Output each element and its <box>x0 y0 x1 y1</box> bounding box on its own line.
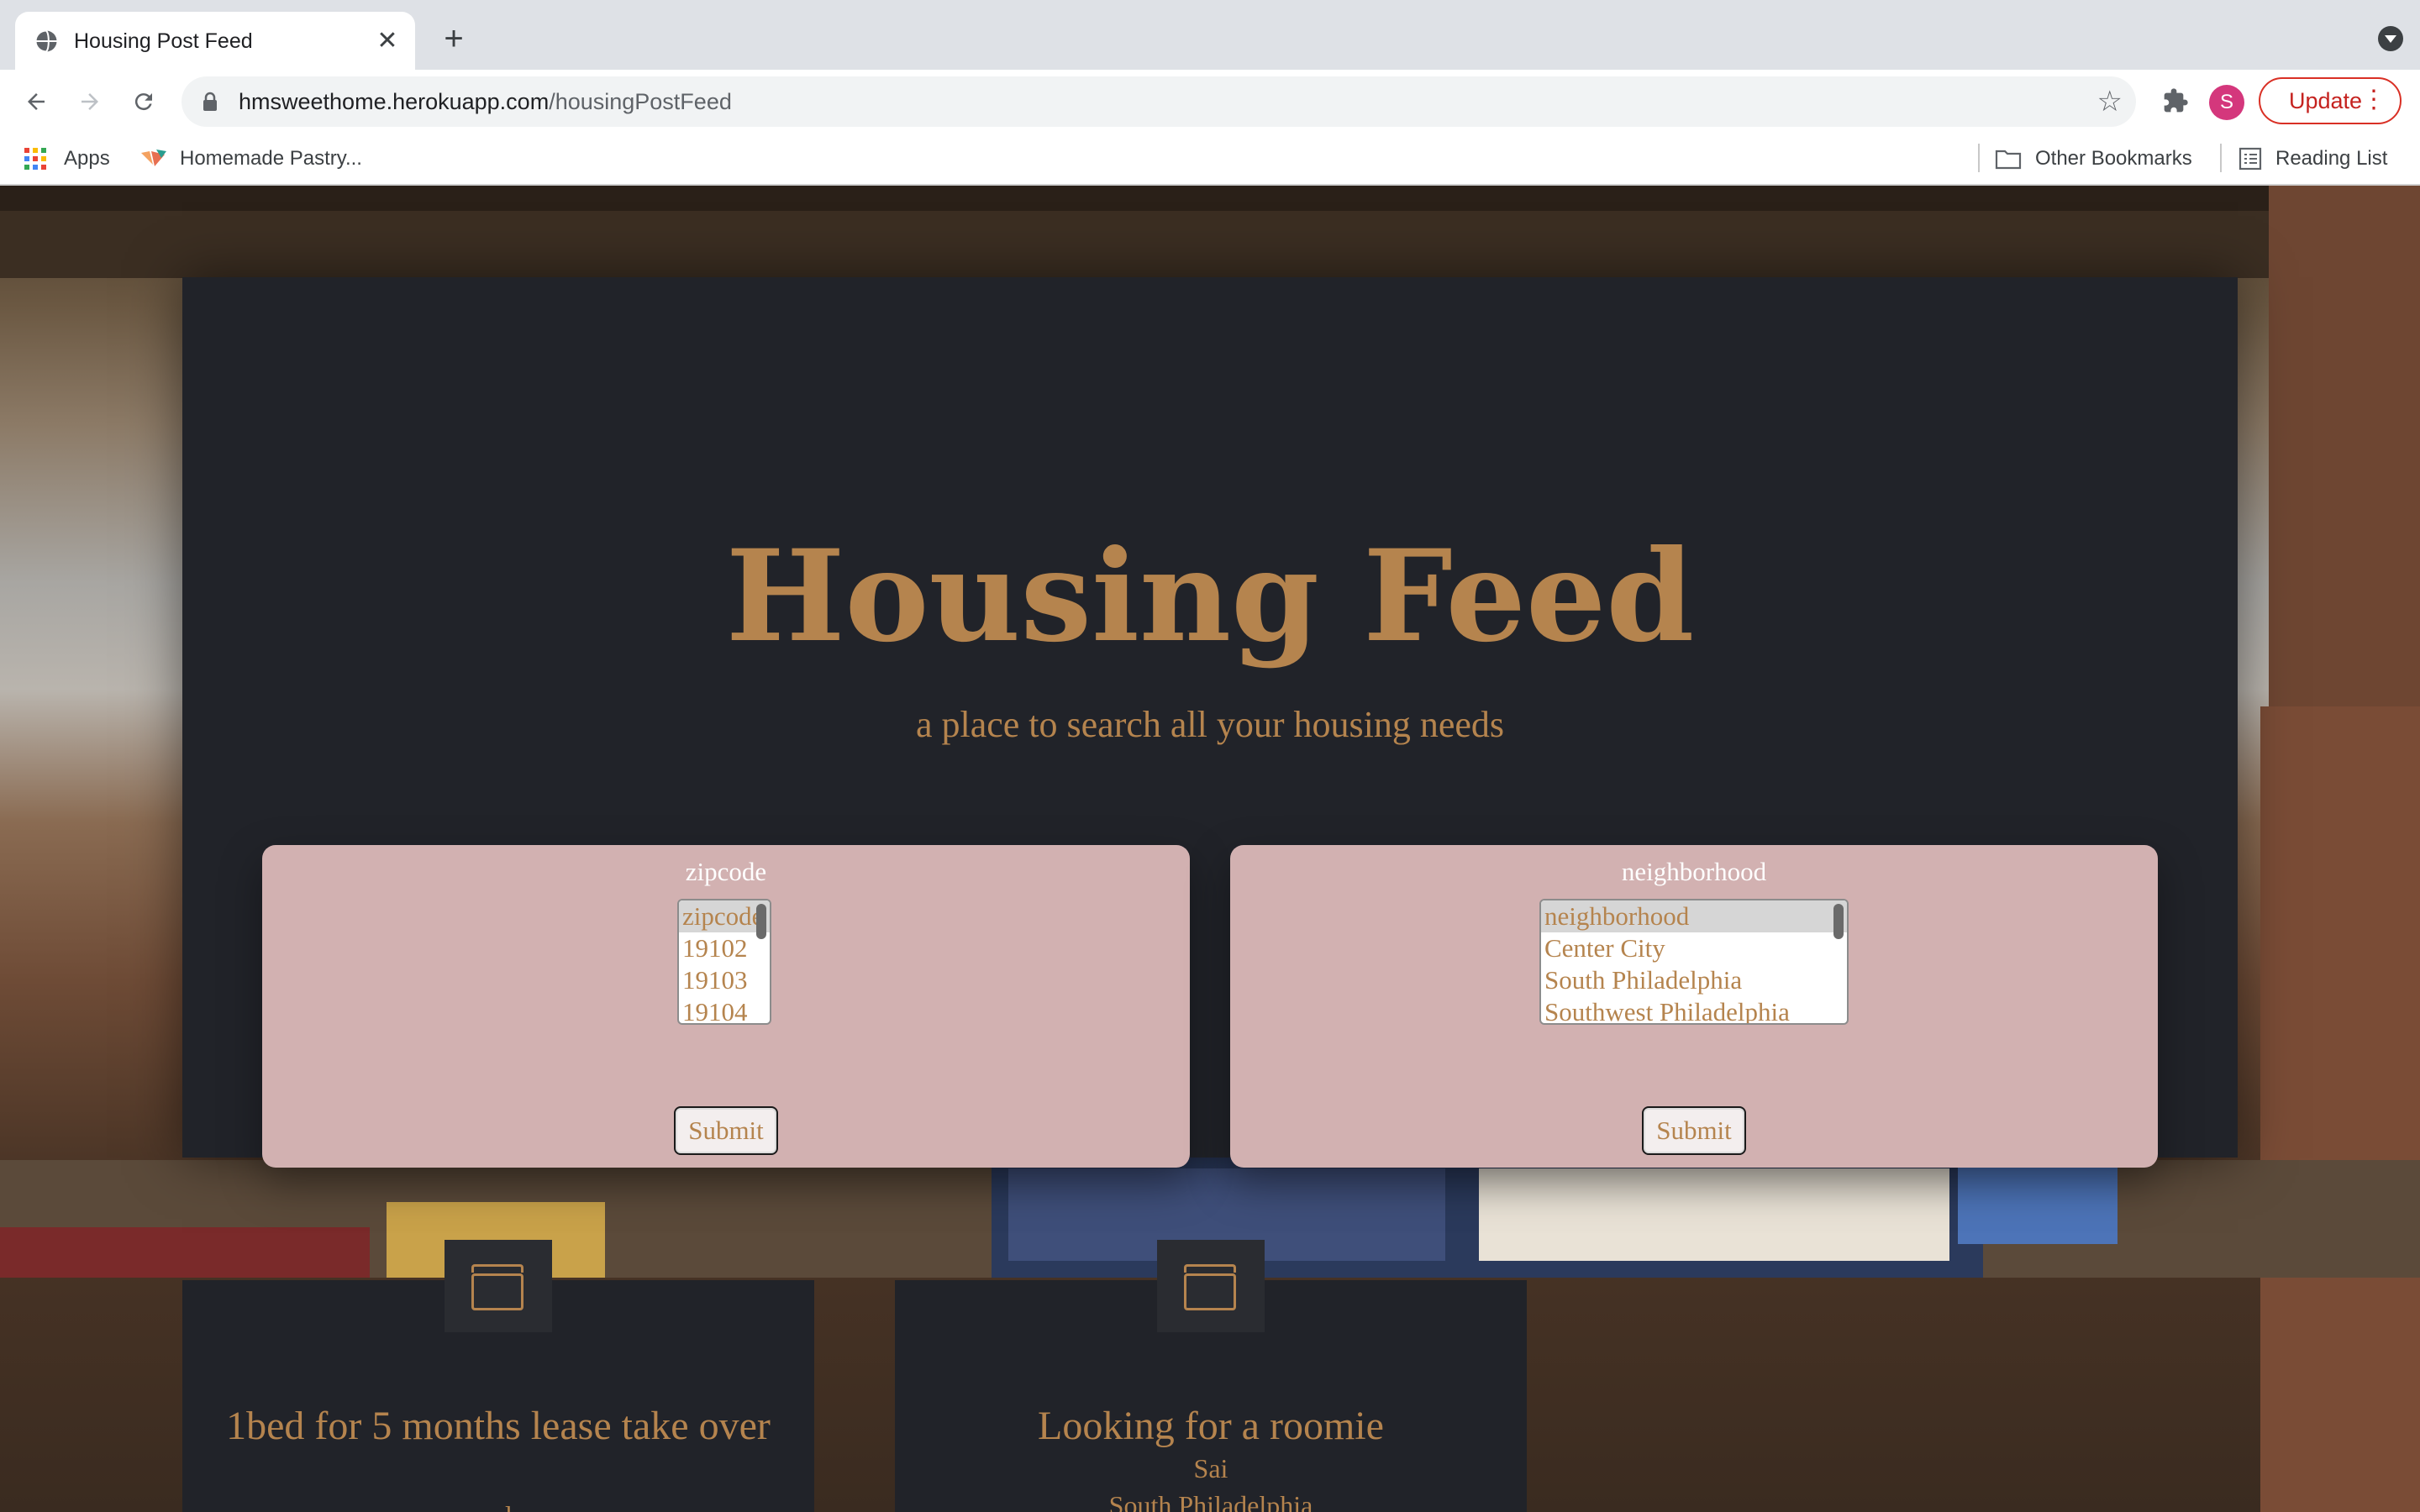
url-text: hmsweethome.herokuapp.com/housingPostFee… <box>239 86 732 118</box>
housing-post-card[interactable]: 1bed for 5 months lease take over male <box>182 1240 814 1512</box>
bookmark-other-label: Other Bookmarks <box>2035 147 2192 170</box>
bookmark-homemade-pastry[interactable]: Homemade Pastry... <box>139 144 362 174</box>
new-tab-icon[interactable]: + <box>437 20 471 57</box>
globe-icon <box>34 29 57 53</box>
update-label: Update <box>2289 87 2363 113</box>
post-icon-tab <box>1157 1240 1265 1332</box>
reload-icon[interactable] <box>124 82 163 121</box>
bookmarks-divider <box>1978 144 1980 172</box>
pastry-icon <box>141 150 166 166</box>
neighborhood-submit-button[interactable]: Submit <box>1642 1106 1746 1155</box>
post-author: Sai <box>1193 1453 1228 1483</box>
page-viewport: Housing Feed a place to search all your … <box>0 186 2420 1512</box>
briefcase-icon <box>471 1264 523 1310</box>
post-meta: male <box>182 1499 814 1512</box>
bookmark-other[interactable]: Other Bookmarks <box>1995 144 2192 174</box>
address-bar[interactable]: hmsweethome.herokuapp.com/housingPostFee… <box>182 76 2136 127</box>
tab-strip: Housing Post Feed ✕ + <box>0 0 2420 70</box>
neighborhood-option[interactable]: neighborhood <box>1541 900 1847 932</box>
reading-list-label: Reading List <box>2275 147 2388 170</box>
folder-icon <box>1995 150 2022 170</box>
update-button[interactable]: Update ⋮ <box>2259 77 2402 124</box>
zipcode-select[interactable]: zipcode 19102 19103 19104 <box>677 899 771 1025</box>
bookmark-apps[interactable]: Apps <box>24 144 110 174</box>
zipcode-option[interactable]: 19104 <box>679 996 770 1023</box>
back-icon[interactable] <box>17 82 55 121</box>
menu-dots-icon: ⋮ <box>2361 86 2386 113</box>
neighborhood-option[interactable]: Southwest Philadelphia <box>1541 996 1847 1023</box>
profile-avatar[interactable]: S <box>2209 85 2244 120</box>
forward-icon[interactable] <box>71 82 109 121</box>
neighborhood-option[interactable]: Center City <box>1541 932 1847 964</box>
neighborhood-select[interactable]: neighborhood Center City South Philadelp… <box>1539 899 1849 1025</box>
reading-list-icon <box>2238 147 2262 171</box>
neighborhood-option[interactable]: South Philadelphia <box>1541 964 1847 996</box>
bookmarks-divider-2 <box>2220 144 2222 172</box>
url-host: hmsweethome.herokuapp.com <box>239 89 550 114</box>
browser-toolbar: hmsweethome.herokuapp.com/housingPostFee… <box>0 70 2420 134</box>
apps-grid-icon <box>24 148 46 170</box>
bookmarks-bar: Apps Homemade Pastry... Other Bookmarks … <box>0 134 2420 186</box>
post-neighborhood: South Philadelphia <box>1108 1490 1313 1512</box>
neighborhood-search-card: neighborhood neighborhood Center City So… <box>1230 845 2158 1168</box>
page-subtitle: a place to search all your housing needs <box>915 704 1505 745</box>
post-icon-tab <box>445 1240 552 1332</box>
hero-panel: Housing Feed a place to search all your … <box>182 277 2238 1168</box>
housing-post-card[interactable]: Looking for a roomie Sai South Philadelp… <box>895 1240 1527 1512</box>
zipcode-label: zipcode <box>685 857 767 886</box>
briefcase-icon <box>1184 1264 1236 1310</box>
bookmark-apps-label: Apps <box>64 147 110 170</box>
zipcode-option[interactable]: 19103 <box>679 964 770 996</box>
tab-search-icon[interactable] <box>2378 26 2403 51</box>
zipcode-search-card: zipcode zipcode 19102 19103 19104 Submit <box>262 845 1190 1168</box>
tab-title: Housing Post Feed <box>74 29 253 53</box>
extensions-icon[interactable] <box>2156 81 2195 120</box>
reading-list[interactable]: Reading List <box>2238 144 2387 174</box>
bookmark-star-icon[interactable]: ☆ <box>2097 87 2123 117</box>
browser-tab[interactable]: Housing Post Feed ✕ <box>15 12 415 70</box>
zipcode-submit-button[interactable]: Submit <box>674 1106 778 1155</box>
bookmark-pastry-label: Homemade Pastry... <box>180 147 362 170</box>
post-title: 1bed for 5 months lease take over <box>226 1404 771 1448</box>
neighborhood-label: neighborhood <box>1621 857 1767 886</box>
zipcode-scrollbar[interactable] <box>756 904 766 939</box>
close-tab-icon[interactable]: ✕ <box>371 24 403 56</box>
url-path: /housingPostFeed <box>549 89 732 114</box>
neighborhood-scrollbar[interactable] <box>1833 904 1844 939</box>
zipcode-option[interactable]: 19102 <box>679 932 770 964</box>
post-title: Looking for a roomie <box>1038 1404 1384 1448</box>
lock-icon <box>203 92 217 111</box>
page-title: Housing Feed <box>725 522 1695 670</box>
